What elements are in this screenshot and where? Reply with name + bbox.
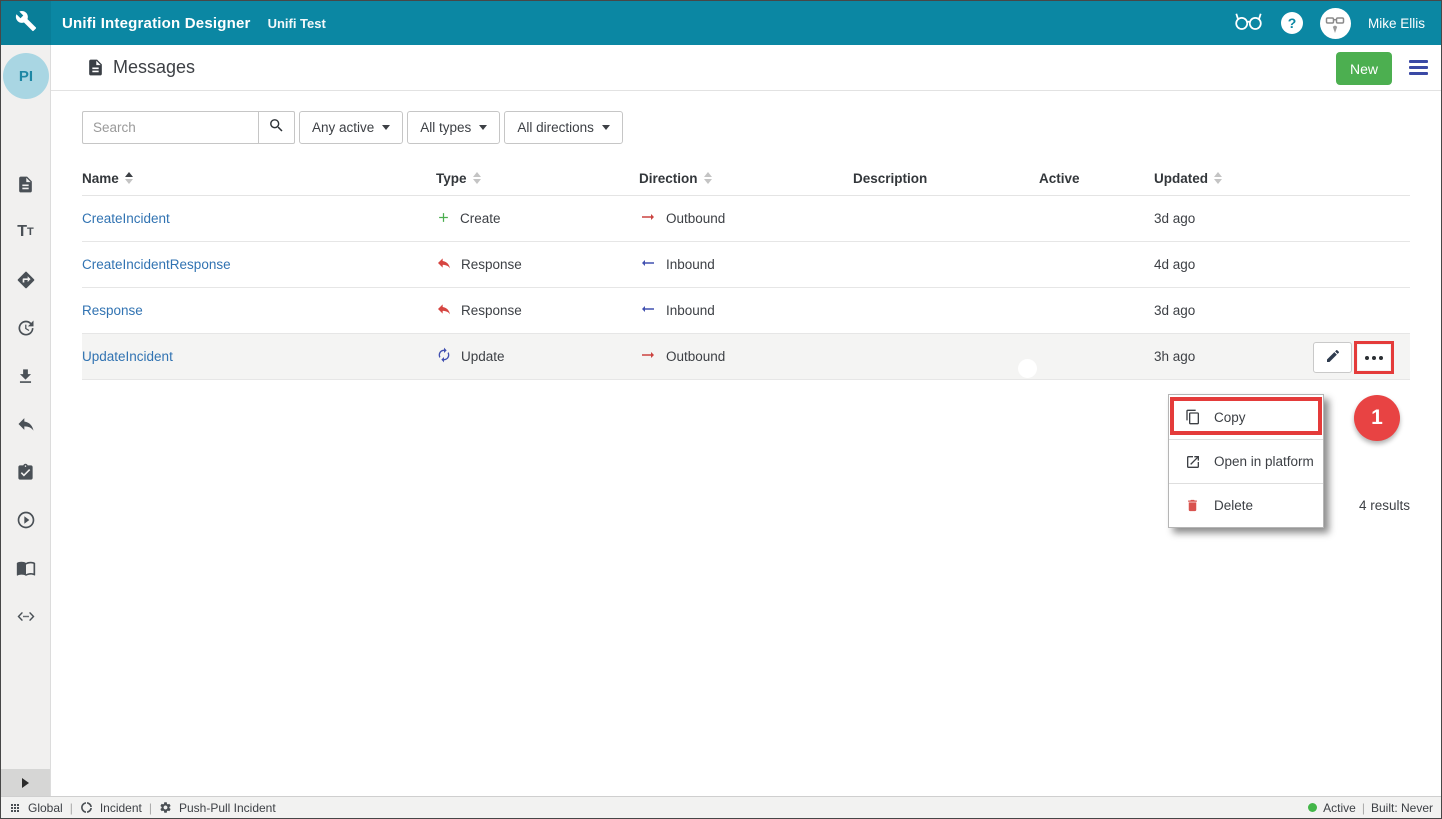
row-actions — [1313, 341, 1394, 374]
inbound-arrow-icon — [639, 300, 657, 321]
project-name[interactable]: Unifi Test — [268, 16, 326, 31]
user-avatar[interactable] — [1320, 8, 1351, 39]
grid-scope-icon — [9, 802, 21, 814]
table-row-response[interactable]: Response Response Inbound 3d ago — [82, 288, 1410, 334]
messages-document-icon[interactable] — [16, 174, 36, 194]
column-header-name[interactable]: Name — [82, 171, 436, 186]
chevron-down-icon — [602, 125, 610, 130]
unifi-integration-designer-window: Unifi Integration Designer Unifi Test ? — [0, 0, 1442, 819]
more-actions-button[interactable] — [1358, 345, 1390, 370]
sort-arrows-icon — [1214, 172, 1222, 184]
status-bar: Global | Incident | Push-Pull Incident A… — [1, 796, 1441, 818]
updated-cell: 3d ago — [1154, 303, 1410, 318]
update-refresh-icon — [436, 347, 452, 366]
annotation-highlight-box — [1354, 341, 1394, 374]
documentation-book-icon[interactable] — [16, 558, 36, 578]
results-count: 4 results — [1359, 498, 1410, 513]
code-icon[interactable] — [16, 606, 36, 626]
type-filter-label: All types — [420, 120, 471, 135]
outbound-arrow-icon — [639, 208, 657, 229]
open-in-new-icon — [1184, 453, 1201, 470]
history-icon[interactable] — [16, 318, 36, 338]
message-name-link[interactable]: Response — [82, 303, 143, 318]
scope-label[interactable]: Global — [28, 801, 63, 815]
menu-hamburger-icon[interactable] — [1409, 60, 1428, 75]
sort-arrows-icon — [473, 172, 481, 184]
row-context-menu: Copy Open in platform Delete — [1168, 394, 1324, 528]
response-reply-icon — [436, 301, 452, 320]
column-header-updated[interactable]: Updated — [1154, 171, 1410, 186]
app-title: Unifi Integration Designer — [62, 15, 251, 32]
table-row-create-incident[interactable]: CreateIncident Create Outbound 3d ago — [82, 196, 1410, 242]
top-bar-right: ? Mike Ellis — [1233, 8, 1441, 39]
menu-item-copy[interactable]: Copy — [1169, 395, 1323, 439]
integration-label[interactable]: Push-Pull Incident — [179, 801, 276, 815]
updated-cell: 4d ago — [1154, 257, 1410, 272]
table-header: Name Type Direction Description Active U… — [82, 161, 1410, 196]
table-body: CreateIncident Create Outbound 3d ago Cr… — [82, 196, 1410, 380]
menu-item-delete[interactable]: Delete — [1169, 483, 1323, 527]
page-header: Messages New — [51, 45, 1441, 91]
new-button[interactable]: New — [1336, 52, 1392, 85]
top-bar: Unifi Integration Designer Unifi Test ? — [1, 1, 1441, 45]
expand-arrow-icon — [22, 778, 29, 788]
wrench-icon — [15, 10, 37, 37]
pencil-icon — [1325, 348, 1341, 367]
play-circle-icon[interactable] — [16, 510, 36, 530]
active-filter-label: Any active — [312, 120, 374, 135]
active-filter-dropdown[interactable]: Any active — [299, 111, 403, 144]
direction-filter-dropdown[interactable]: All directions — [504, 111, 623, 144]
sidebar-expand-button[interactable] — [1, 769, 50, 796]
search-input[interactable] — [82, 111, 258, 144]
preview-glasses-icon[interactable] — [1233, 11, 1264, 36]
built-label: Built: Never — [1371, 801, 1433, 815]
updated-cell: 3d ago — [1154, 211, 1410, 226]
user-name[interactable]: Mike Ellis — [1368, 16, 1425, 31]
reply-icon[interactable] — [16, 414, 36, 434]
table-row-create-incident-response[interactable]: CreateIncidentResponse Response Inbound … — [82, 242, 1410, 288]
download-icon[interactable] — [16, 366, 36, 386]
filter-bar: Any active All types All directions — [82, 111, 623, 144]
page-title: Messages — [113, 57, 195, 78]
tasks-clipboard-icon[interactable] — [16, 462, 36, 482]
text-fields-icon[interactable]: TT — [16, 222, 36, 242]
message-name-link[interactable]: UpdateIncident — [82, 349, 173, 364]
incident-donut-icon — [80, 801, 93, 814]
menu-item-open-in-platform[interactable]: Open in platform — [1169, 439, 1323, 483]
gear-icon — [159, 801, 172, 814]
response-reply-icon — [436, 255, 452, 274]
left-sidebar: PI TT — [1, 45, 51, 796]
outbound-arrow-icon — [639, 346, 657, 367]
chevron-down-icon — [479, 125, 487, 130]
column-header-active: Active — [1039, 171, 1154, 186]
trash-icon — [1184, 497, 1201, 514]
status-active-dot — [1308, 803, 1317, 812]
search-icon — [268, 117, 285, 139]
status-label: Active — [1323, 801, 1356, 815]
create-plus-icon — [436, 210, 451, 228]
column-header-description: Description — [853, 171, 1039, 186]
workspace-avatar[interactable]: PI — [3, 53, 49, 99]
message-name-link[interactable]: CreateIncident — [82, 211, 170, 226]
edit-button[interactable] — [1313, 342, 1352, 373]
table-row-update-incident[interactable]: UpdateIncident Update Outbound 3h ago — [82, 334, 1410, 380]
inbound-arrow-icon — [639, 254, 657, 275]
application-label[interactable]: Incident — [100, 801, 142, 815]
direction-filter-label: All directions — [517, 120, 594, 135]
column-header-direction[interactable]: Direction — [639, 171, 853, 186]
app-logo[interactable] — [1, 1, 51, 45]
annotation-step-badge: 1 — [1354, 395, 1400, 441]
type-filter-dropdown[interactable]: All types — [407, 111, 500, 144]
messages-page-icon — [86, 58, 105, 77]
help-icon[interactable]: ? — [1281, 12, 1303, 34]
column-header-type[interactable]: Type — [436, 171, 639, 186]
copy-icon — [1184, 409, 1201, 426]
message-name-link[interactable]: CreateIncidentResponse — [82, 257, 231, 272]
sort-arrows-icon — [125, 172, 133, 184]
directions-icon[interactable] — [16, 270, 36, 290]
sort-arrows-icon — [704, 172, 712, 184]
chevron-down-icon — [382, 125, 390, 130]
search-button[interactable] — [258, 111, 295, 144]
